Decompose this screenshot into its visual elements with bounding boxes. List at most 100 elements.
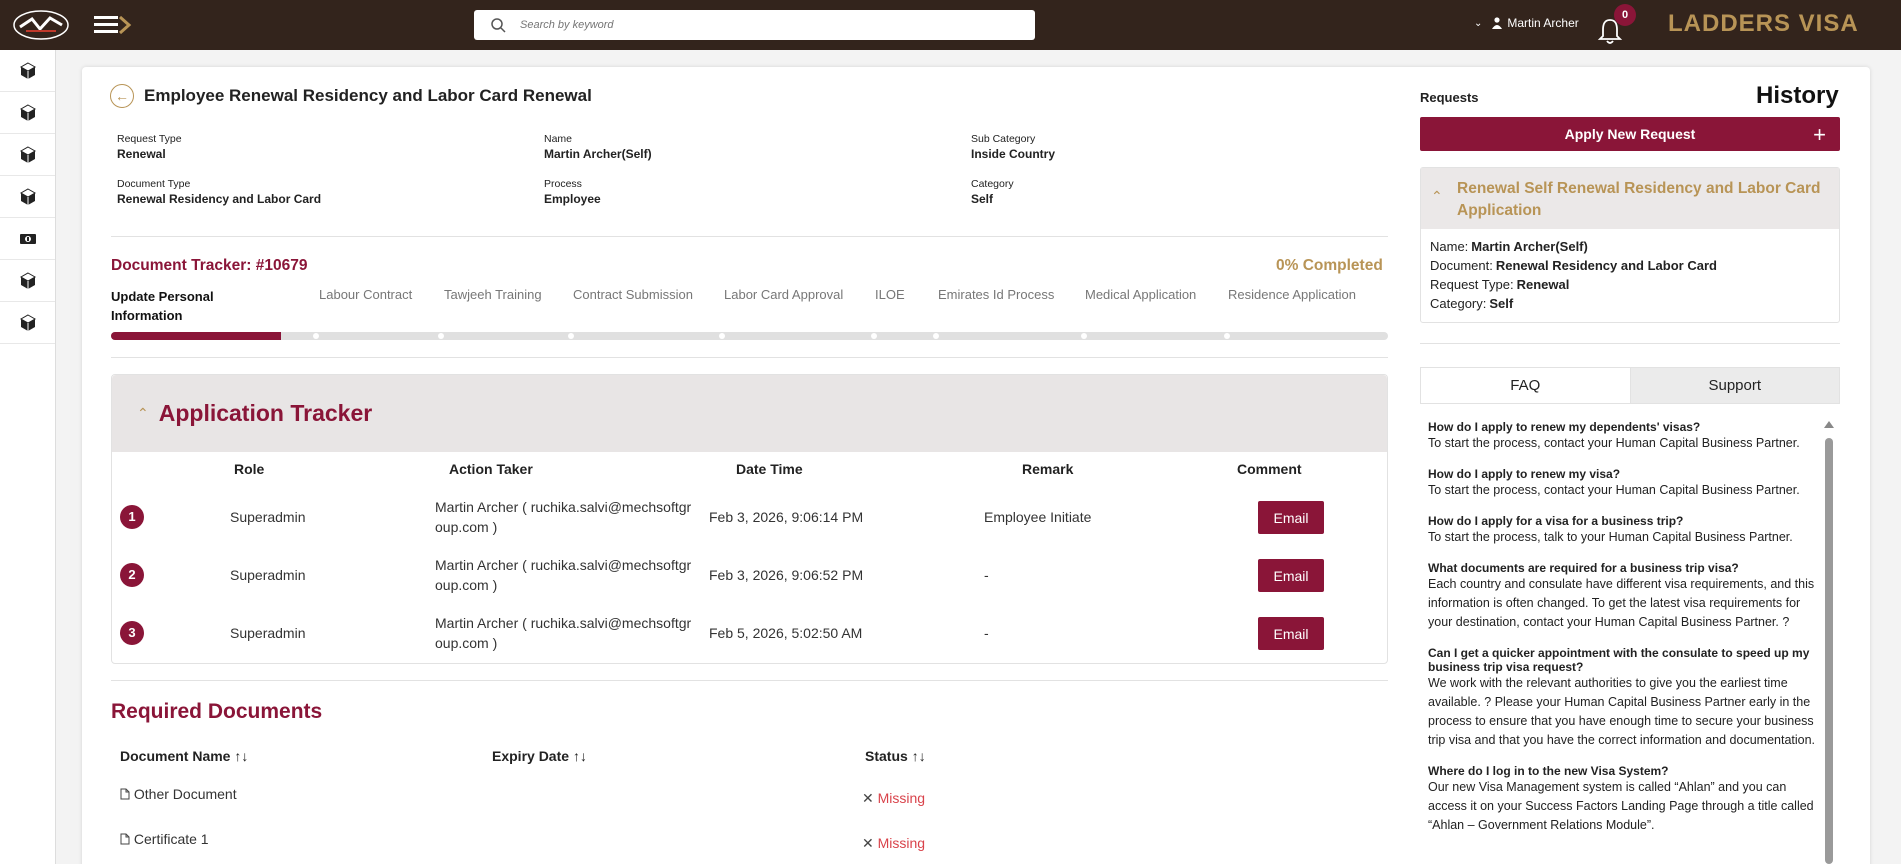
sidebar-item-6[interactable] — [0, 260, 55, 302]
faq-answer: To start the process, talk to your Human… — [1428, 530, 1793, 544]
cell-action-taker-line2: oup.com ) — [435, 519, 498, 535]
step-medical-application[interactable]: Medical Application — [1085, 287, 1196, 302]
sort-icon[interactable]: ↑↓ — [234, 748, 248, 764]
faq-item: Where do I log in to the new Visa System… — [1428, 764, 1822, 835]
search-input[interactable] — [520, 19, 1000, 31]
faq-item: How do I apply to renew my dependents' v… — [1428, 420, 1822, 453]
meta-label: Category — [971, 178, 1014, 190]
menu-toggle-icon[interactable] — [92, 13, 132, 37]
top-bar: ⌄ Martin Archer 0 LADDERS VISA — [0, 0, 1901, 50]
tab-faq[interactable]: FAQ — [1421, 368, 1631, 403]
faq-question: What documents are required for a busine… — [1428, 561, 1739, 575]
file-icon — [120, 833, 130, 845]
history-line-value: Self — [1489, 296, 1514, 311]
step-labor-card-approval[interactable]: Labor Card Approval — [724, 287, 843, 302]
document-row: Certificate 1 — [120, 831, 209, 847]
chevron-down-icon: ⌄ — [1474, 17, 1483, 29]
back-arrow-icon[interactable]: ← — [110, 84, 134, 108]
meta-label: Document Type — [117, 178, 191, 190]
document-name: Certificate 1 — [133, 831, 209, 847]
progress-step-dot — [933, 333, 939, 339]
plus-icon: + — [1813, 122, 1826, 147]
col-document-name[interactable]: Document Name ↑↓ — [120, 748, 248, 764]
user-name: Martin Archer — [1507, 16, 1579, 30]
col-status[interactable]: Status ↑↓ — [865, 748, 926, 764]
step-emirates-id-process[interactable]: Emirates Id Process — [938, 287, 1054, 302]
box-icon — [19, 145, 36, 163]
history-line-label: Name: — [1430, 239, 1469, 254]
tracker-progress-bar — [111, 332, 1388, 340]
apply-label: Apply New Request — [1564, 126, 1696, 142]
email-button[interactable]: Email — [1258, 501, 1324, 534]
progress-step-dot — [313, 333, 319, 339]
cell-action-taker-line2: oup.com ) — [435, 577, 498, 593]
sidebar — [0, 50, 56, 864]
user-icon — [1492, 17, 1503, 29]
faq-item: How do I apply to renew my visa? To start… — [1428, 467, 1822, 500]
divider — [1420, 343, 1840, 344]
meta-value: Employee — [544, 192, 601, 206]
step-iloe[interactable]: ILOE — [875, 287, 905, 302]
faq-question: How do I apply for a visa for a business… — [1428, 514, 1684, 528]
application-tracker-header[interactable]: ⌃ Application Tracker — [112, 375, 1387, 452]
faq-answer: We work with the relevant authorities to… — [1428, 676, 1816, 747]
apply-new-request-button[interactable]: Apply New Request + — [1420, 117, 1840, 151]
history-card-header[interactable]: ⌃ Renewal Self Renewal Residency and Lab… — [1421, 168, 1839, 229]
cell-action-taker-line2: oup.com ) — [435, 635, 498, 651]
email-button[interactable]: Email — [1258, 617, 1324, 650]
faq-question: How do I apply to renew my visa? — [1428, 467, 1621, 481]
status-text: Missing — [877, 835, 926, 851]
col-label: Document Name — [120, 748, 231, 764]
completion-percent: 0% Completed — [1276, 257, 1383, 274]
sidebar-item-5[interactable] — [0, 218, 55, 260]
faq-scrollbar[interactable] — [1825, 438, 1833, 864]
document-row: Other Document — [120, 786, 237, 802]
sort-icon[interactable]: ↑↓ — [912, 748, 926, 764]
progress-step-dot — [1081, 333, 1087, 339]
progress-step-dot — [719, 333, 725, 339]
cell-date-time: Feb 5, 2026, 5:02:50 AM — [709, 625, 863, 641]
tab-support[interactable]: Support — [1630, 368, 1839, 403]
col-remark: Remark — [1022, 461, 1074, 477]
document-tracker-title: Document Tracker: #10679 — [111, 257, 308, 274]
box-icon — [19, 313, 36, 331]
scroll-up-arrow-icon[interactable] — [1824, 421, 1834, 428]
step-tawjeeh-training[interactable]: Tawjeeh Training — [444, 287, 542, 302]
cell-action-taker: Martin Archer ( ruchika.salvi@mechsoftgr… — [435, 497, 691, 537]
faq-question: Can I get a quicker appointment with the… — [1428, 646, 1810, 674]
sidebar-item-3[interactable] — [0, 134, 55, 176]
sidebar-item-4[interactable] — [0, 176, 55, 218]
document-status: ✕ Missing — [862, 790, 925, 807]
faq-list: How do I apply to renew my dependents' v… — [1428, 420, 1822, 864]
search-icon — [491, 18, 506, 33]
required-documents-title: Required Documents — [111, 700, 323, 723]
document-name: Other Document — [133, 786, 237, 802]
search-bar[interactable] — [474, 10, 1035, 40]
document-status: ✕ Missing — [862, 835, 925, 852]
brand-name: LADDERS VISA — [1668, 10, 1859, 37]
row-number: 1 — [120, 505, 144, 529]
user-menu[interactable]: ⌄ Martin Archer — [1474, 16, 1579, 30]
sidebar-item-7[interactable] — [0, 302, 55, 344]
step-update-personal-information[interactable]: Update Personal Information — [111, 287, 241, 325]
chevron-up-icon: ⌃ — [137, 405, 149, 421]
col-comment: Comment — [1237, 461, 1302, 477]
col-date-time: Date Time — [736, 461, 803, 477]
meta-label: Sub Category — [971, 133, 1036, 145]
divider — [111, 357, 1388, 358]
meta-label: Process — [544, 178, 582, 190]
sidebar-item-1[interactable] — [0, 50, 55, 92]
money-icon — [19, 233, 36, 244]
step-residence-application[interactable]: Residence Application — [1228, 287, 1356, 302]
meta-document-type: Document Type Renewal Residency and Labo… — [117, 178, 321, 206]
step-labour-contract[interactable]: Labour Contract — [319, 287, 412, 302]
status-text: Missing — [877, 790, 926, 806]
logo-icon[interactable] — [12, 9, 70, 41]
step-contract-submission[interactable]: Contract Submission — [573, 287, 693, 302]
sort-icon[interactable]: ↑↓ — [573, 748, 587, 764]
meta-category: Category Self — [971, 178, 1014, 206]
col-expiry-date[interactable]: Expiry Date ↑↓ — [492, 748, 587, 764]
sidebar-item-2[interactable] — [0, 92, 55, 134]
email-button[interactable]: Email — [1258, 559, 1324, 592]
progress-step-dot — [438, 333, 444, 339]
